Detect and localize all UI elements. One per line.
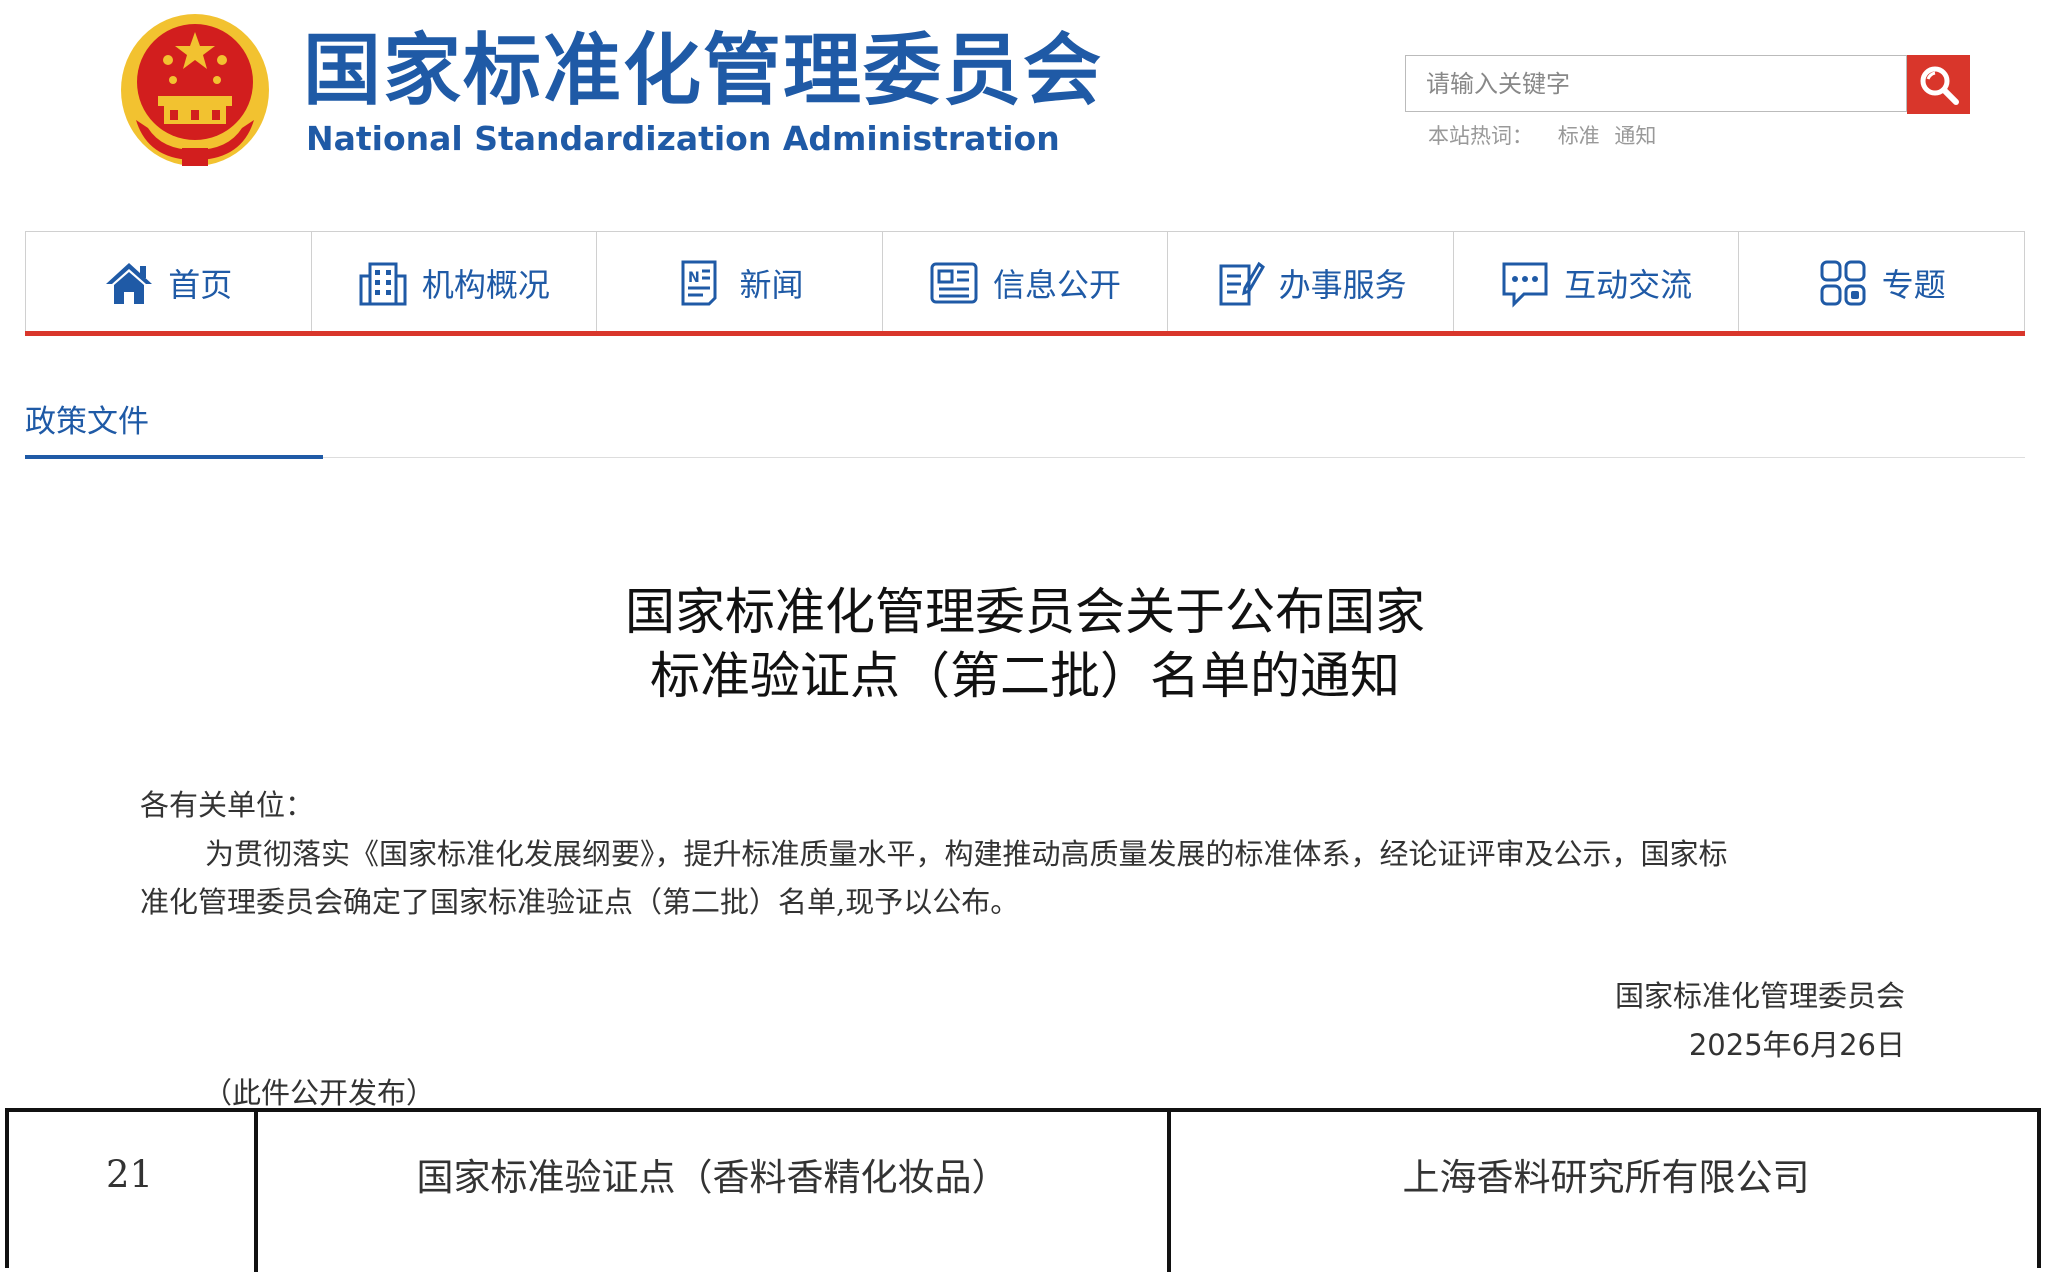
article-title-line: 国家标准化管理委员会关于公布国家 [625,583,1425,641]
hot-words: 本站热词： 标准 通知 [1428,120,1664,150]
chat-icon [1502,262,1548,308]
site-title: 国家标准化管理委员会 [303,26,1104,116]
home-icon [106,263,153,304]
news-icon: N [681,260,717,306]
search-button[interactable] [1907,55,1970,114]
nav-item-info-disclosure[interactable]: 信息公开 [883,232,1169,334]
nav-label: 办事服务 [1278,266,1407,304]
nav-label: 互动交流 [1564,266,1693,304]
nav-label: 首页 [168,266,233,304]
cell-text: 21 [105,1152,154,1196]
grid-icon [1820,260,1866,306]
nav-item-interaction[interactable]: 互动交流 [1454,232,1740,334]
body-paragraph-line: 准化管理委员会确定了国家标准验证点（第二批）名单,现予以公布。 [140,885,1020,919]
search-icon [1920,66,1959,105]
verification-point-table: 21 国家标准验证点（香料香精化妆品） 上海香料研究所有限公司 [5,1108,2041,1272]
hot-word-link[interactable]: 标准 [1558,124,1600,148]
table-cell-name: 国家标准验证点（香料香精化妆品） [254,1112,1167,1272]
svg-text:N: N [688,270,700,286]
nav-label: 专题 [1881,266,1946,304]
table-cell-organization: 上海香料研究所有限公司 [1167,1112,2041,1272]
hot-word-link[interactable]: 通知 [1614,124,1656,148]
table-cell-number: 21 [9,1112,250,1272]
article-title-line: 标准验证点（第二批）名单的通知 [650,647,1400,705]
body-paragraph-line: 为贯彻落实《国家标准化发展纲要》，提升标准质量水平，构建推动高质量发展的标准体系… [205,837,1728,871]
hot-words-label: 本站热词： [1428,124,1533,148]
cell-text: 上海香料研究所有限公司 [1402,1156,1810,1199]
nav-label: 新闻 [739,266,804,304]
building-icon [359,262,407,306]
search-box [1405,55,1907,112]
nav-item-organization[interactable]: 机构概况 [312,232,598,334]
signature-date: 2025年6月26日 [1688,1028,1905,1062]
search-input[interactable] [1406,56,1906,111]
national-emblem-logo [121,14,269,166]
section-tab-policy[interactable]: 政策文件 [25,396,149,441]
salutation: 各有关单位： [140,788,315,822]
nav-item-news[interactable]: N 新闻 [597,232,883,334]
public-release-note: （此件公开发布） [203,1076,436,1110]
nav-label: 机构概况 [421,266,550,304]
info-icon [930,262,978,304]
cell-text: 国家标准验证点（香料香精化妆品） [416,1156,1009,1199]
site-title-english: National Standardization Administration [306,119,1060,158]
signature-organization: 国家标准化管理委员会 [1614,979,1905,1013]
service-icon [1219,261,1265,306]
section-active-underline [25,455,323,459]
main-nav: 首页 机构概况 N 新闻 信息公开 办事服务 互动交流 专题 [25,231,2025,334]
nav-item-topics[interactable]: 专题 [1739,232,2024,334]
section-divider [25,457,2025,458]
nav-item-home[interactable]: 首页 [26,232,312,334]
nav-item-services[interactable]: 办事服务 [1168,232,1454,334]
article-title: 国家标准化管理委员会关于公布国家 标准验证点（第二批）名单的通知 [560,580,1490,708]
nav-accent-bar [25,331,2025,336]
nav-label: 信息公开 [993,266,1122,304]
